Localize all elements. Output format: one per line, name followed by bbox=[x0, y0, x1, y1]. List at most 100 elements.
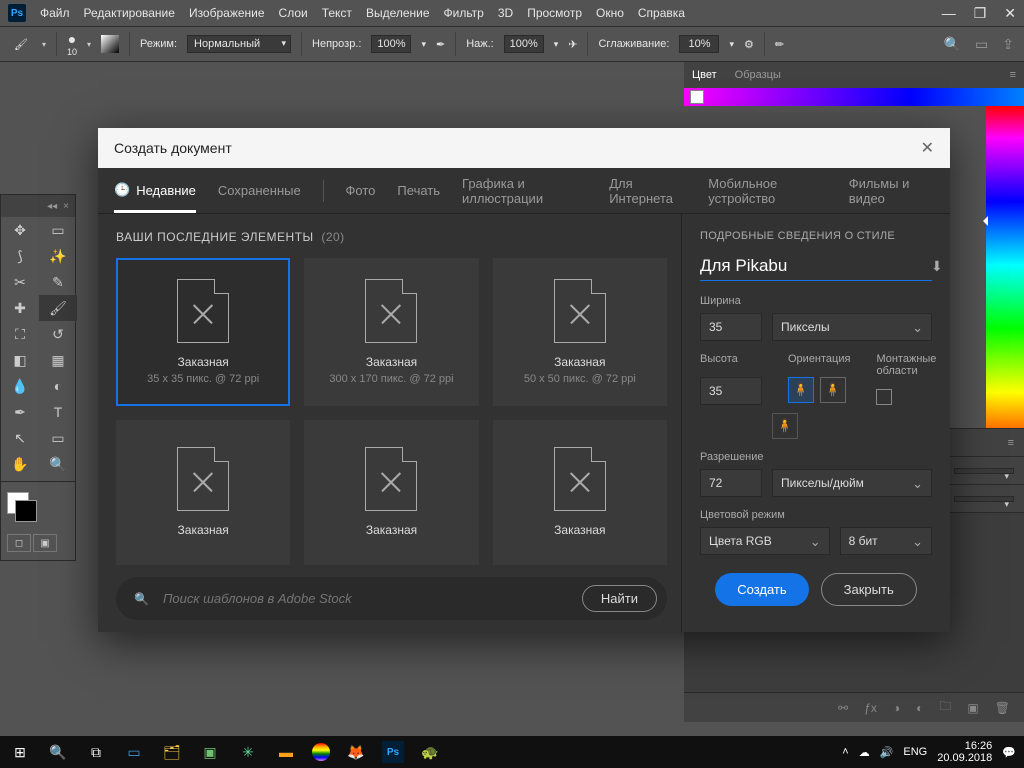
marquee-tool-icon[interactable]: ▭ bbox=[39, 217, 77, 243]
dialog-close-icon[interactable]: ✕ bbox=[921, 138, 934, 158]
tab-recent[interactable]: 🕒Недавние bbox=[114, 182, 196, 213]
screen-mode-icon[interactable]: ▣ bbox=[33, 534, 57, 552]
mode-select[interactable]: Нормальный bbox=[187, 35, 291, 53]
quick-mask-icon[interactable]: ◻ bbox=[7, 534, 31, 552]
stock-search-input[interactable] bbox=[163, 591, 568, 606]
close-icon[interactable]: × bbox=[63, 201, 69, 212]
create-button[interactable]: Создать bbox=[715, 573, 808, 606]
app-icon[interactable]: ✳ bbox=[236, 740, 260, 764]
width-unit-select[interactable]: Пикселы bbox=[772, 313, 932, 341]
pressure-size-icon[interactable]: ✏ bbox=[775, 38, 784, 51]
background-color[interactable] bbox=[15, 500, 37, 522]
landscape-orientation-icon[interactable]: 🧍 bbox=[820, 377, 846, 403]
dodge-icon[interactable]: ◐ bbox=[39, 373, 77, 399]
start-icon[interactable]: ⊞ bbox=[8, 740, 32, 764]
adjustment-icon[interactable]: ◐ bbox=[916, 701, 923, 715]
zoom-icon[interactable]: 🔍 bbox=[39, 451, 77, 477]
opacity-input[interactable]: 100% bbox=[371, 35, 411, 53]
hue-strip[interactable] bbox=[684, 88, 1024, 106]
flow-input[interactable]: 100% bbox=[504, 35, 544, 53]
crop-tool-icon[interactable]: ✂ bbox=[1, 269, 39, 295]
save-preset-icon[interactable]: ⬇ bbox=[931, 258, 943, 275]
app-icon[interactable]: 🐢 bbox=[418, 740, 442, 764]
menu-help[interactable]: Справка bbox=[638, 6, 685, 20]
collapse-icon[interactable]: ◂◂ bbox=[47, 201, 57, 212]
gear-icon[interactable]: ⚙ bbox=[744, 38, 754, 51]
maximize-icon[interactable]: ❐ bbox=[974, 5, 987, 22]
menu-type[interactable]: Текст bbox=[322, 6, 352, 20]
fx-icon[interactable]: ƒx bbox=[864, 701, 877, 715]
tray-clock[interactable]: 16:26 20.09.2018 bbox=[937, 740, 992, 764]
tab-saved[interactable]: Сохраненные bbox=[218, 183, 301, 198]
orientation-alt-icon[interactable]: 🧍 bbox=[772, 413, 798, 439]
panel-menu-icon[interactable]: ≡ bbox=[1008, 437, 1014, 449]
app-icon[interactable]: ▣ bbox=[198, 740, 222, 764]
pressure-opacity-icon[interactable]: ✒ bbox=[436, 38, 445, 51]
path-select-icon[interactable]: ↖ bbox=[1, 425, 39, 451]
heal-tool-icon[interactable]: ✚ bbox=[1, 295, 39, 321]
hand-icon[interactable]: ✋ bbox=[1, 451, 39, 477]
stamp-tool-icon[interactable]: ⛶ bbox=[1, 321, 39, 347]
color-spectrum[interactable] bbox=[986, 106, 1024, 456]
tab-film[interactable]: Фильмы и видео bbox=[849, 176, 934, 206]
smoothing-input[interactable]: 10% bbox=[679, 35, 719, 53]
brush-preset-icon[interactable] bbox=[101, 35, 119, 53]
magic-wand-icon[interactable]: ✨ bbox=[39, 243, 77, 269]
menu-window[interactable]: Окно bbox=[596, 6, 624, 20]
height-input[interactable] bbox=[700, 377, 762, 405]
panel-dropdown[interactable] bbox=[954, 468, 1014, 474]
app-icon[interactable]: ▭ bbox=[122, 740, 146, 764]
preset-card[interactable]: Заказная 50 x 50 пикс. @ 72 ppi bbox=[493, 258, 667, 406]
tab-color[interactable]: Цвет bbox=[692, 69, 717, 81]
tray-notifications-icon[interactable]: 💬 bbox=[1002, 746, 1016, 759]
brush-tool-icon[interactable]: 🖌 bbox=[39, 295, 77, 321]
search-icon[interactable]: 🔍 bbox=[46, 740, 70, 764]
panel-menu-icon[interactable]: ≡ bbox=[1010, 69, 1016, 81]
menu-edit[interactable]: Редактирование bbox=[84, 6, 175, 20]
panel-dropdown[interactable] bbox=[954, 496, 1014, 502]
frame-icon[interactable]: ▭ bbox=[975, 36, 988, 53]
tab-art[interactable]: Графика и иллюстрации bbox=[462, 176, 587, 206]
link-icon[interactable]: ⚯ bbox=[838, 701, 848, 715]
artboards-checkbox[interactable] bbox=[876, 389, 892, 405]
eyedropper-icon[interactable]: ✎ bbox=[39, 269, 77, 295]
menu-view[interactable]: Просмотр bbox=[527, 6, 582, 20]
find-button[interactable]: Найти bbox=[582, 585, 657, 612]
move-tool-icon[interactable]: ✥ bbox=[1, 217, 39, 243]
task-view-icon[interactable]: ⧉ bbox=[84, 740, 108, 764]
tray-lang[interactable]: ENG bbox=[903, 746, 927, 758]
folder-icon[interactable]: 🗀 bbox=[939, 697, 951, 718]
search-icon[interactable]: 🔍 bbox=[944, 36, 961, 53]
colormode-select[interactable]: Цвета RGB bbox=[700, 527, 830, 555]
minimize-icon[interactable]: — bbox=[942, 5, 956, 22]
preset-card[interactable]: Заказная 300 x 170 пикс. @ 72 ppi bbox=[304, 258, 478, 406]
tab-mobile[interactable]: Мобильное устройство bbox=[708, 176, 826, 206]
lasso-tool-icon[interactable]: ⟆ bbox=[1, 243, 39, 269]
menu-layers[interactable]: Слои bbox=[279, 6, 308, 20]
tab-print[interactable]: Печать bbox=[397, 183, 440, 198]
tray-volume-icon[interactable]: 🔊 bbox=[880, 746, 894, 759]
color-swatch-icon[interactable] bbox=[690, 90, 704, 104]
pen-icon[interactable]: ✒ bbox=[1, 399, 39, 425]
share-icon[interactable]: ⇪ bbox=[1002, 36, 1014, 53]
close-button[interactable]: Закрыть bbox=[821, 573, 917, 606]
menu-filter[interactable]: Фильтр bbox=[444, 6, 484, 20]
width-input[interactable] bbox=[700, 313, 762, 341]
tray-chevron-icon[interactable]: ˄ bbox=[842, 746, 848, 758]
preset-card[interactable]: Заказная 35 x 35 пикс. @ 72 ppi bbox=[116, 258, 290, 406]
preset-card[interactable]: Заказная bbox=[116, 420, 290, 565]
shape-icon[interactable]: ▭ bbox=[39, 425, 77, 451]
type-icon[interactable]: T bbox=[39, 399, 77, 425]
menu-file[interactable]: Файл bbox=[40, 6, 70, 20]
airbrush-icon[interactable]: ✈ bbox=[568, 38, 577, 51]
close-icon[interactable]: ✕ bbox=[1004, 5, 1016, 22]
eraser-icon[interactable]: ◧ bbox=[1, 347, 39, 373]
tab-web[interactable]: Для Интернета bbox=[609, 176, 686, 206]
tab-photo[interactable]: Фото bbox=[346, 183, 376, 198]
brush-dot-icon[interactable]: ● bbox=[68, 31, 76, 47]
resolution-unit-select[interactable]: Пикселы/дюйм bbox=[772, 469, 932, 497]
explorer-icon[interactable]: 🗂 bbox=[160, 740, 184, 764]
photoshop-taskbar-icon[interactable]: Ps bbox=[382, 741, 404, 763]
sublime-icon[interactable]: ▬ bbox=[274, 740, 298, 764]
colordepth-select[interactable]: 8 бит bbox=[840, 527, 932, 555]
